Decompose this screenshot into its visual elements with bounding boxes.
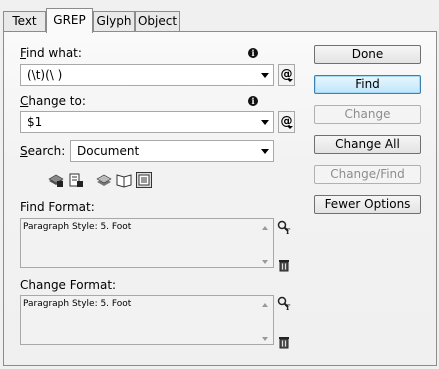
tab-object[interactable]: Object [135,11,180,31]
triangle-down-icon [287,126,293,129]
find-what-field[interactable]: (\t)(\ ) [20,64,274,86]
svg-text:T: T [285,227,291,234]
scroll-down-icon[interactable] [262,337,268,341]
trash-icon[interactable] [277,335,291,349]
change-to-label: Change to: [20,94,86,108]
chevron-down-icon[interactable] [261,120,269,125]
special-characters-find-button[interactable]: @ [278,64,295,86]
specify-change-format-icon[interactable]: T [277,296,291,310]
specify-find-format-icon[interactable]: T [277,220,291,234]
triangle-down-icon [287,79,293,82]
search-label: Search: [20,144,66,158]
grep-panel: Find what: i (\t)(\ ) @ Change to: i $1 … [3,31,437,366]
trash-icon[interactable] [277,258,291,272]
include-footnotes-icon[interactable] [136,172,152,188]
change-to-info-icon[interactable]: i [248,96,258,106]
tab-bar: Text GREP Glyph Object [0,0,439,33]
find-button[interactable]: Find [314,75,421,94]
tab-grep[interactable]: GREP [46,8,93,33]
find-what-info-icon[interactable]: i [248,48,258,58]
change-button[interactable]: Change [314,105,421,124]
change-all-button[interactable]: Change All [314,135,421,154]
tab-text[interactable]: Text [3,11,46,31]
chevron-down-icon[interactable] [261,149,269,154]
search-scope-select[interactable]: Document [70,140,274,162]
scroll-down-icon[interactable] [262,260,268,264]
find-format-box[interactable]: Paragraph Style: 5. Foot [20,218,274,268]
fewer-options-button[interactable]: Fewer Options [314,195,421,214]
find-format-label: Find Format: [20,200,95,214]
change-format-label: Change Format: [20,278,117,292]
change-to-field[interactable]: $1 [20,111,274,133]
svg-text:T: T [285,303,291,310]
done-button[interactable]: Done [314,45,421,64]
include-locked-layers-icon[interactable] [48,172,64,188]
special-characters-change-button[interactable]: @ [278,111,295,133]
chevron-down-icon[interactable] [261,73,269,78]
scroll-up-icon[interactable] [262,226,268,230]
scroll-up-icon[interactable] [262,303,268,307]
include-master-pages-icon[interactable] [116,172,132,188]
change-find-button[interactable]: Change/Find [314,165,421,184]
include-hidden-layers-icon[interactable] [96,172,112,188]
find-what-label: Find what: [20,46,82,60]
tab-glyph[interactable]: Glyph [93,11,135,31]
change-format-box[interactable]: Paragraph Style: 5. Foot [20,295,274,345]
include-locked-stories-icon[interactable] [68,172,84,188]
